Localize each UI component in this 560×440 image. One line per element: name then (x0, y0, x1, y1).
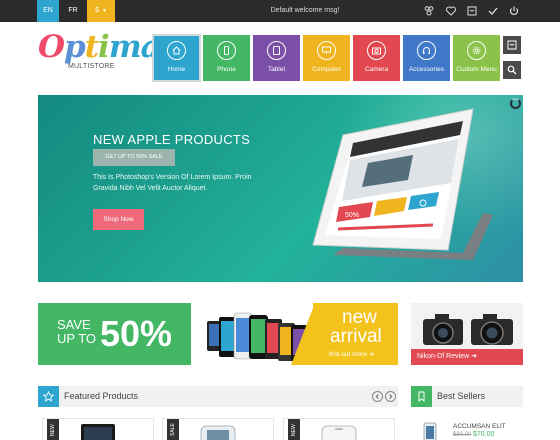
featured-products-title: Featured Products (64, 391, 139, 401)
best-seller-name: ACCUMSAN ELIT (453, 423, 506, 430)
language-fr[interactable]: FR (62, 0, 84, 22)
product-image (321, 425, 357, 440)
camera-image (423, 314, 513, 345)
welcome-message: Default welcome msg! (270, 7, 340, 14)
nav-tile-label: Accessories (408, 66, 445, 73)
nav-tile-label: Custom Menu (456, 66, 497, 73)
best-sellers-title: Best Sellers (437, 391, 486, 401)
cart-icon (507, 40, 517, 50)
product-image (81, 424, 115, 440)
hero-description: This Is Photoshop's Version Of Lorem Ips… (93, 174, 252, 192)
featured-next-button[interactable] (385, 391, 396, 402)
home-icon (167, 41, 186, 60)
hero-title: NEW APPLE PRODUCTS (93, 132, 251, 147)
best-sellers-header: Best Sellers (411, 386, 523, 407)
promo-save-line1: SAVE (57, 317, 91, 332)
tablet-tile-label: 50% (345, 212, 359, 219)
hero-slider[interactable]: 50% NEW APPLE PRODUCTS GET UP TO 50% SAL… (38, 95, 523, 282)
promo-camera-banner[interactable]: Nikon-Df Review ➜ (411, 303, 523, 365)
nav-tile-label: Camera (364, 66, 389, 73)
header-search-button[interactable] (503, 61, 521, 79)
product-card[interactable]: NEW (42, 418, 154, 440)
shop-now-button[interactable]: Shop Now (93, 209, 144, 230)
nav-tile-accessories[interactable]: Accessories (403, 35, 450, 81)
power-icon[interactable] (508, 5, 520, 17)
hero-sale-badge: GET UP TO 50% SALE (93, 149, 175, 166)
tablet-icon (267, 41, 286, 60)
best-seller-item[interactable]: ACCUMSAN ELIT $80.00 $70.00 (411, 417, 523, 440)
logo-part-4: i (98, 29, 110, 65)
nav-tile-computer[interactable]: Computer (303, 35, 350, 81)
promo-new-arrival-banner[interactable]: new arrival find out more ➜ (203, 303, 398, 365)
header-cart-button[interactable] (503, 36, 521, 54)
currency-label: $ (95, 7, 99, 14)
best-seller-old-price: $80.00 (453, 432, 472, 438)
arrow-circle-icon: ➜ (368, 351, 375, 358)
new-ribbon: NEW (288, 419, 300, 440)
camera-review-link[interactable]: Nikon-Df Review ➜ (411, 349, 523, 365)
logo-part-1: O (38, 29, 65, 65)
tablet-image: 50% (312, 108, 493, 260)
bookmark-icon (411, 386, 432, 407)
nav-tile-phone[interactable]: Phone (203, 35, 250, 81)
sale-ribbon: SALE (167, 419, 179, 440)
promo-find-out-more-link[interactable]: find out more ➜ (329, 350, 374, 358)
monitor-icon (317, 41, 336, 60)
search-icon (507, 65, 517, 75)
find-out-more-label: find out more (329, 351, 367, 358)
phone-icon (217, 41, 236, 60)
nav-tile-label: Home (167, 66, 186, 73)
nav-tile-custom-menu[interactable]: Custom Menu (453, 35, 500, 81)
star-icon (38, 386, 59, 407)
product-card[interactable]: NEW (283, 418, 395, 440)
nav-tile-label: Tablet (267, 66, 286, 73)
check-icon[interactable] (487, 5, 499, 17)
logo-part-2: p (64, 29, 86, 65)
nav-tile-label: Phone (217, 66, 236, 73)
new-ribbon: NEW (47, 419, 59, 440)
nav-tile-home[interactable]: Home (152, 34, 201, 82)
currency-selector[interactable]: $ ▼ (87, 0, 115, 22)
promo-save-percent: 50% (100, 313, 173, 354)
logo-subtitle: MULTISTORE (68, 63, 115, 70)
slider-loader-icon (510, 98, 521, 109)
promo-save-text: SAVE UP TO (57, 318, 96, 346)
headphones-icon (417, 41, 436, 60)
nav-tile-tablet[interactable]: Tablet (253, 35, 300, 81)
product-card[interactable]: SALE (162, 418, 274, 440)
best-seller-price: $70.00 (473, 431, 495, 438)
featured-prev-button[interactable] (372, 391, 383, 402)
top-bar: EN FR $ ▼ Default welcome msg! (0, 0, 560, 22)
promo-new-line2: arrival (330, 326, 382, 347)
promo-save-banner[interactable]: SAVE UP TO 50% (38, 303, 191, 365)
camera-icon (367, 41, 386, 60)
nav-tile-camera[interactable]: Camera (353, 35, 400, 81)
arrow-circle-icon: ➜ (471, 353, 477, 360)
chevron-right-icon (389, 394, 393, 399)
featured-products-header: Featured Products (38, 386, 398, 407)
chevron-left-icon (375, 394, 379, 399)
logo-wordmark: Optima (38, 29, 161, 65)
camera-review-label: Nikon-Df Review (417, 353, 470, 360)
product-image (200, 425, 236, 440)
product-thumbnail (423, 422, 437, 440)
users-icon[interactable] (423, 5, 435, 17)
promo-new-slant (291, 303, 315, 365)
logo-part-3: t (84, 29, 99, 65)
promo-save-line2: UP TO (57, 331, 97, 346)
chevron-down-icon: ▼ (101, 8, 107, 14)
language-en[interactable]: EN (37, 0, 59, 22)
store-logo[interactable]: Optima MULTISTORE (38, 30, 161, 78)
nav-tile-label: Computer (312, 66, 341, 73)
heart-icon[interactable] (445, 5, 457, 17)
gear-icon (467, 41, 486, 60)
cart-icon[interactable] (466, 5, 478, 17)
